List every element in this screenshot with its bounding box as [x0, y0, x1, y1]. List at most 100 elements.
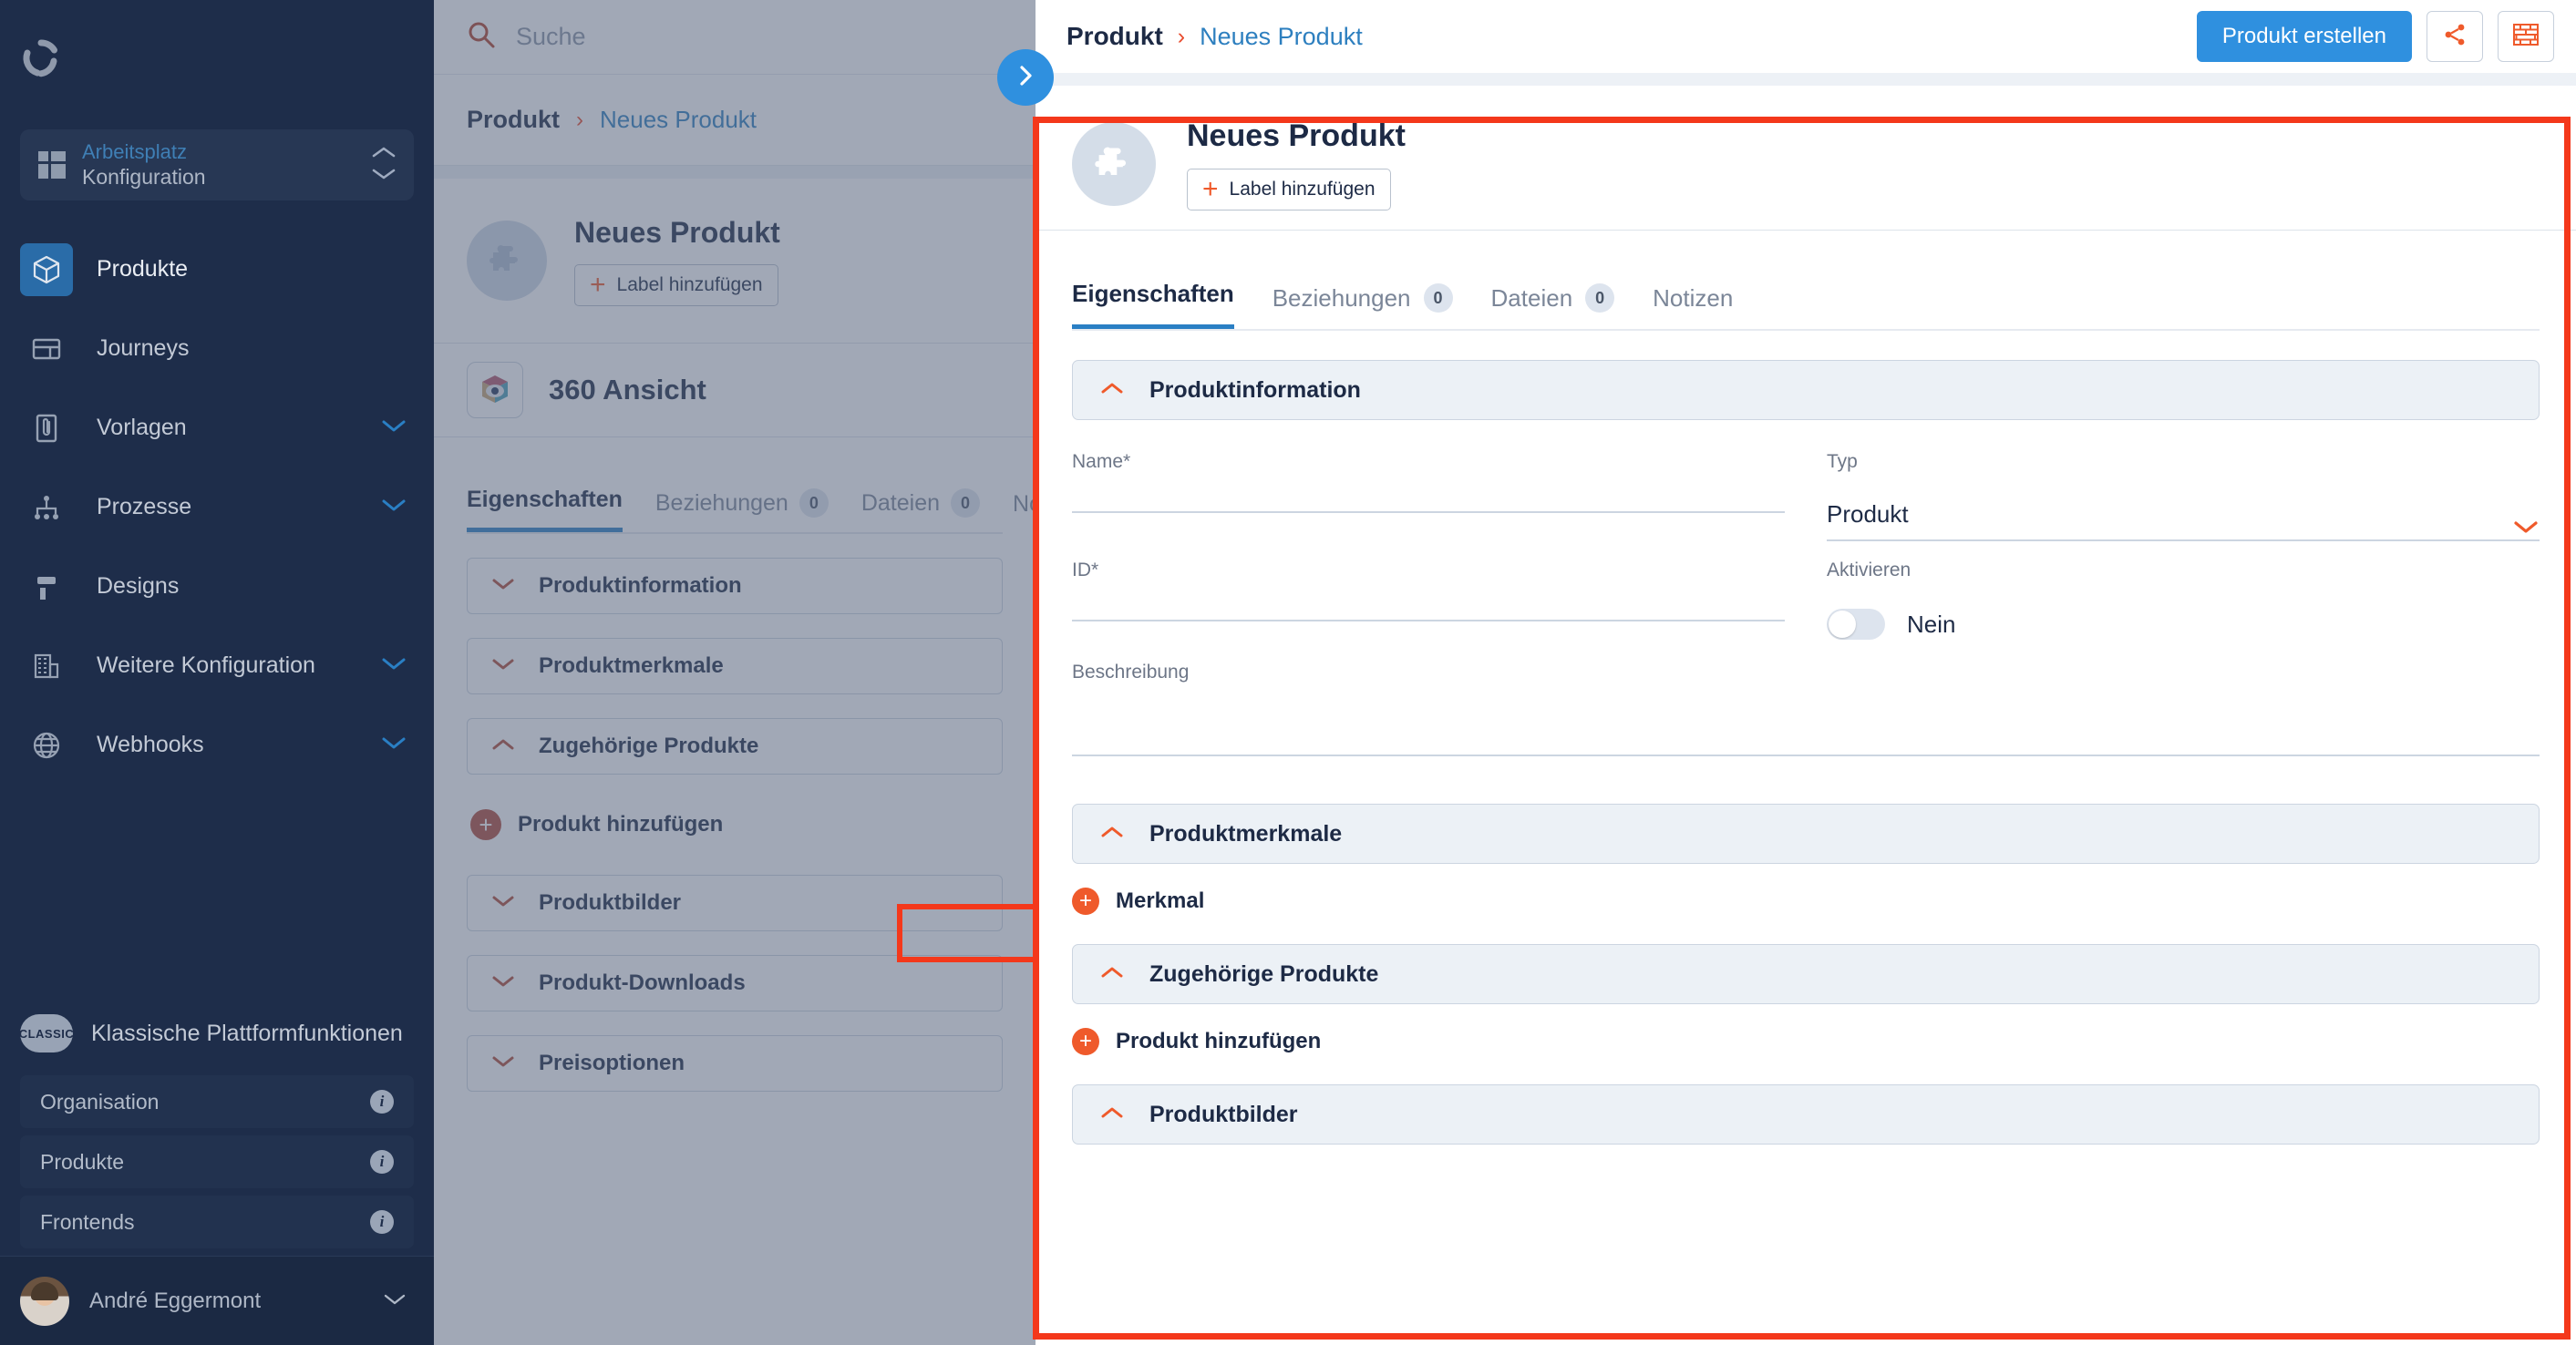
sidebar-item-weitere-konfiguration[interactable]: Weitere Konfiguration — [0, 626, 434, 705]
paint-roller-icon — [20, 560, 73, 613]
add-merkmal-button[interactable]: + Merkmal — [1072, 888, 1204, 915]
tab-eigenschaften[interactable]: Eigenschaften — [1072, 280, 1234, 329]
building-icon — [20, 640, 73, 693]
id-input[interactable] — [1072, 609, 1785, 620]
chevron-down-icon[interactable] — [383, 1292, 407, 1310]
tabs-underline — [1072, 329, 2540, 331]
sidebar-item-vorlagen[interactable]: Vorlagen — [0, 388, 434, 467]
section-header-produktbilder[interactable]: Produktbilder — [1072, 1084, 2540, 1145]
section-header-produktinformation[interactable]: Produktinformation — [1072, 360, 2540, 420]
breadcrumb-leaf[interactable]: Neues Produkt — [600, 106, 757, 134]
chevron-right-icon — [1014, 64, 1037, 92]
sidebar-item-label: Prozesse — [97, 494, 192, 519]
right-panel: Produkt › Neues Produkt Produkt erstelle… — [1036, 0, 2576, 1345]
typ-select[interactable]: Produkt — [1827, 500, 2540, 539]
share-button[interactable] — [2427, 11, 2483, 62]
tabs: Eigenschaften Beziehungen 0 Dateien 0 No… — [434, 437, 1036, 532]
view-card-360[interactable]: 360 Ansicht — [434, 343, 1036, 437]
sidebar-item-label: Webhooks — [97, 732, 204, 757]
chevron-down-icon[interactable] — [381, 498, 407, 517]
field-name: Name* — [1072, 451, 1785, 560]
panel-expand-toggle[interactable] — [997, 49, 1054, 106]
view-card-title: 360 Ansicht — [549, 374, 706, 406]
classic-item-organisation[interactable]: Organisation i — [20, 1075, 414, 1128]
accordion-title: Produktinformation — [539, 573, 742, 598]
breadcrumb-root[interactable]: Produkt — [467, 106, 560, 134]
search-input[interactable]: Suche — [516, 23, 586, 51]
chevron-down-icon[interactable] — [381, 418, 407, 437]
workspace-title: Arbeitsplatz — [82, 140, 187, 163]
right-panel-topbar: Produkt › Neues Produkt Produkt erstelle… — [1036, 0, 2576, 73]
left-sidebar: Arbeitsplatz Konfiguration Produkte Jour… — [0, 0, 434, 1345]
chevron-down-icon — [2512, 518, 2540, 539]
puzzle-piece-icon — [1072, 122, 1156, 206]
breadcrumb-leaf[interactable]: Neues Produkt — [1200, 23, 1363, 51]
typ-selected-value: Produkt — [1827, 500, 1909, 528]
section-header-zugehoerige-produkte[interactable]: Zugehörige Produkte — [1072, 944, 2540, 1004]
name-input[interactable] — [1072, 500, 1785, 511]
search-bar[interactable]: Suche — [434, 0, 1036, 75]
add-related-product-button[interactable]: + Produkt hinzufügen — [1072, 1028, 1321, 1055]
section-title: Produktbilder — [1149, 1101, 1298, 1127]
accordion-produktmerkmale[interactable]: Produktmerkmale — [467, 638, 1003, 694]
tab-count-badge: 0 — [1585, 283, 1615, 313]
info-icon[interactable]: i — [370, 1090, 394, 1114]
360-view-icon — [467, 362, 523, 418]
accordion-zugehoerige-produkte[interactable]: Zugehörige Produkte — [467, 718, 1003, 775]
classic-item-frontends[interactable]: Frontends i — [20, 1196, 414, 1248]
section-title: Produktmerkmale — [1149, 820, 1343, 847]
add-product-button[interactable]: + Produkt hinzufügen — [454, 798, 739, 851]
section-title: Zugehörige Produkte — [1149, 960, 1379, 987]
tab-notizen[interactable]: Notizen — [1653, 284, 1733, 329]
accordion-produkt-downloads[interactable]: Produkt-Downloads — [467, 955, 1003, 1011]
chevron-down-icon — [491, 894, 515, 912]
app-logo[interactable] — [0, 0, 434, 117]
search-icon — [467, 20, 496, 54]
accordion-preisoptionen[interactable]: Preisoptionen — [467, 1035, 1003, 1092]
add-label-button[interactable]: + Label hinzufügen — [1187, 168, 1391, 210]
tab-label: Dateien — [860, 489, 941, 516]
sidebar-item-designs[interactable]: Designs — [0, 547, 434, 626]
section-header-produktmerkmale[interactable]: Produktmerkmale — [1072, 804, 2540, 864]
info-icon[interactable]: i — [370, 1150, 394, 1174]
chevron-down-icon[interactable] — [381, 656, 407, 675]
user-menu[interactable]: André Eggermont — [0, 1256, 434, 1345]
add-label-button-text: Label hinzufügen — [616, 273, 763, 295]
add-label-button[interactable]: + Label hinzufügen — [574, 263, 778, 306]
tab-count-badge: 0 — [1423, 283, 1453, 313]
accordion-produktinformation[interactable]: Produktinformation — [467, 558, 1003, 614]
chevron-up-icon — [1100, 1105, 1124, 1124]
tab-beziehungen[interactable]: Beziehungen 0 — [1273, 283, 1453, 329]
tab-count-badge: 0 — [799, 488, 829, 518]
brick-wall-button[interactable] — [2498, 11, 2554, 62]
aktivieren-toggle[interactable] — [1827, 609, 1885, 640]
sidebar-item-produkte[interactable]: Produkte — [0, 230, 434, 309]
workspace-selector[interactable]: Arbeitsplatz Konfiguration — [20, 129, 414, 200]
accordion-title: Preisoptionen — [539, 1051, 685, 1075]
tab-beziehungen[interactable]: Beziehungen 0 — [655, 488, 829, 532]
classic-item-produkte[interactable]: Produkte i — [20, 1135, 414, 1188]
tab-dateien[interactable]: Dateien 0 — [860, 488, 981, 532]
section-title: Produktinformation — [1149, 376, 1361, 403]
chevron-down-icon[interactable] — [381, 735, 407, 755]
tab-eigenschaften[interactable]: Eigenschaften — [467, 487, 623, 532]
brick-wall-icon — [2512, 22, 2540, 52]
sidebar-item-webhooks[interactable]: Webhooks — [0, 705, 434, 785]
classic-item-label: Produkte — [40, 1149, 125, 1174]
breadcrumb-root[interactable]: Produkt — [1066, 22, 1163, 51]
sidebar-item-prozesse[interactable]: Prozesse — [0, 467, 434, 547]
workspace-stepper[interactable] — [372, 146, 396, 185]
field-id: ID* — [1072, 560, 1785, 662]
tab-notizen[interactable]: Notizen — [1013, 491, 1036, 532]
sidebar-item-journeys[interactable]: Journeys — [0, 309, 434, 388]
panel-divider — [434, 166, 1036, 179]
create-product-button[interactable]: Produkt erstellen — [2196, 11, 2412, 62]
tab-label: Eigenschaften — [467, 487, 623, 512]
right-panel-body: Neues Produkt + Label hinzufügen Eigensc… — [1036, 86, 2576, 1345]
classic-section-label: Klassische Plattformfunktionen — [91, 1020, 403, 1046]
accordion-title: Produktbilder — [539, 890, 682, 915]
tab-dateien[interactable]: Dateien 0 — [1491, 283, 1615, 329]
beschreibung-input[interactable] — [1072, 744, 2540, 755]
plus-icon: + — [1202, 173, 1219, 204]
info-icon[interactable]: i — [370, 1210, 394, 1234]
